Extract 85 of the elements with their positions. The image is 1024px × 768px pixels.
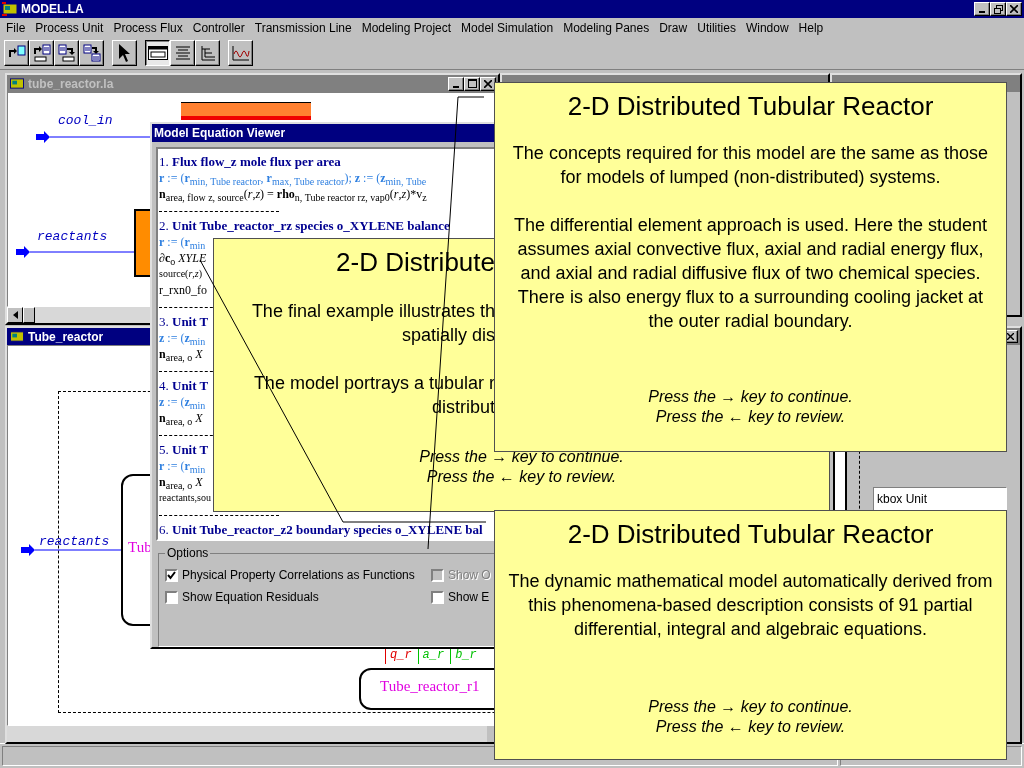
slide-text: spatially dis — [401, 324, 495, 347]
window-title: Tube_reactor — [28, 329, 104, 344]
window-title: tube_reactor.la — [28, 76, 114, 91]
scroll-left-button[interactable] — [7, 307, 23, 323]
equation-text: r := (r$_{min}$ — [159, 235, 206, 249]
equation-text: ∂c$_{o}$ XYLE — [159, 251, 207, 265]
equation-heading: 6. Unit Tube_reactor_z2 boundary species o_XYLENE bal — [159, 522, 483, 537]
stream-label: reactants — [37, 229, 108, 244]
window-title: Model Equation Viewer — [154, 126, 286, 140]
scroll-thumb[interactable] — [23, 307, 35, 323]
menu-item[interactable]: Help — [793, 20, 829, 35]
panel-icon — [147, 46, 168, 60]
checkbox-label: Show E — [448, 590, 490, 605]
equation-text: z := (z$_{min}$ — [159, 331, 206, 345]
menu-item[interactable]: File — [1, 20, 31, 35]
slide-text: The dynamic mathematical model automatically derived from this phenomena-based description consists of 91 partial differential, integral and algebraic equations. — [507, 570, 994, 641]
close-icon — [1010, 5, 1018, 13]
equation-text: r_rxn0_fo — [159, 283, 207, 297]
equation-text: n$_{area, o}$ X — [159, 475, 203, 489]
equation-text: n$_{area, flow z, source}$(r,z) = rho$_{n, Tube reactor rz, vap0}$(r,z)*v$_{z}$ — [159, 187, 427, 201]
restore-icon — [993, 4, 1003, 14]
stream-label: cool_in — [58, 113, 113, 128]
menu-item[interactable]: Model Simulation — [456, 20, 559, 35]
menu-item[interactable]: Modeling Project — [356, 20, 457, 35]
slide-hint: Press the ← key to review. — [655, 407, 846, 427]
window-title: MODEL.LA — [21, 2, 84, 16]
slide-title: 2-D Distributed Tubular Reactor — [567, 90, 934, 123]
slide-text: The final example illustrates th — [251, 300, 495, 323]
minimize-icon — [979, 11, 985, 13]
checkbox-label: Show Equation Residuals — [182, 590, 319, 605]
toolbar-button[interactable] — [145, 40, 170, 66]
slide-title: 2-D Distributed Tubular Reactor — [567, 518, 934, 551]
equation-text: source(r,z) — [159, 268, 203, 279]
menu-item[interactable]: Utilities — [692, 20, 741, 35]
slide-hint: Press the → key to continue. — [648, 387, 853, 407]
checkbox-label: Show O — [448, 568, 491, 583]
equation-text: n$_{area, o}$ X — [159, 411, 203, 425]
slide-hint: Press the → key to continue. — [648, 697, 853, 717]
menu-item[interactable]: Transmission Line — [249, 20, 357, 35]
slide-text: The concepts required for this model are the same as those for models of lumped (non-distributed) systems. — [511, 142, 990, 189]
menu-item[interactable]: Process Unit — [30, 20, 109, 35]
document-arrow-icon — [32, 44, 51, 62]
checkbox[interactable] — [165, 590, 178, 604]
minimize-button[interactable] — [974, 2, 990, 16]
slide-hint: Press the ← key to review. — [426, 467, 617, 487]
menu-item[interactable]: Controller — [187, 20, 250, 35]
left-arrow-icon — [12, 311, 18, 319]
close-button[interactable] — [1006, 2, 1022, 16]
scrollbar[interactable] — [7, 726, 487, 742]
close-icon — [484, 79, 492, 88]
equation-heading: 1. Flux flow_z mole flux per area — [159, 154, 341, 169]
slide-hint: Press the → key to continue. — [419, 447, 624, 467]
maximize-icon — [467, 79, 477, 88]
equation-text: r := (r$_{min, Tube reactor}$, r$_{max, Tube reactor}$); z := (z$_{min, Tube}$ — [159, 171, 427, 185]
stream-label: reactants — [39, 534, 110, 549]
equation-text: n$_{area, o}$ X — [159, 347, 203, 361]
equation-heading: 4. Unit T — [159, 378, 209, 393]
menu-item[interactable]: Modeling Panes — [558, 20, 655, 35]
list-item[interactable]: kbox Unit — [874, 488, 1006, 510]
equation-text: z := (z$_{min}$ — [159, 395, 206, 409]
unit-label: Tube_reactor_r1 — [380, 678, 480, 695]
document-arrow-icon — [82, 44, 101, 62]
pointer-icon — [117, 43, 132, 63]
checkbox[interactable] — [431, 590, 444, 604]
text-lines-icon — [174, 45, 191, 61]
equation-text: r := (r$_{min}$ — [159, 459, 206, 473]
slide-text: The model portrays a tubular r — [253, 372, 495, 395]
document-arrow-icon — [57, 44, 76, 62]
slide-text: The differential element approach is used. Here the student assumes axial convective flux, axial and radial energy flux, and axial and radial diffusive flux of two chemical species. There is also energy flux to a surrounding cooling jacket at the outer radial boundary. — [513, 214, 988, 333]
restore-button[interactable] — [990, 2, 1006, 16]
minimize-icon — [453, 85, 459, 88]
checkbox-label: Physical Property Correlations as Functions — [182, 568, 415, 583]
equation-heading: 3. Unit T — [159, 314, 209, 329]
group-label: Options — [165, 546, 211, 561]
wave-chart-icon — [231, 45, 250, 61]
equation-heading: 5. Unit T — [159, 442, 209, 457]
tree-icon — [199, 45, 216, 61]
equation-text: reactants,sou — [159, 492, 211, 503]
checkbox[interactable] — [165, 568, 178, 582]
menu-item[interactable]: Window — [740, 20, 794, 35]
close-icon — [1007, 333, 1014, 340]
slide-hint: Press the ← key to review. — [655, 717, 846, 737]
menu-item[interactable]: Process Flux — [108, 20, 188, 35]
menu-item[interactable]: Draw — [654, 20, 693, 35]
app-icon — [9, 77, 25, 90]
